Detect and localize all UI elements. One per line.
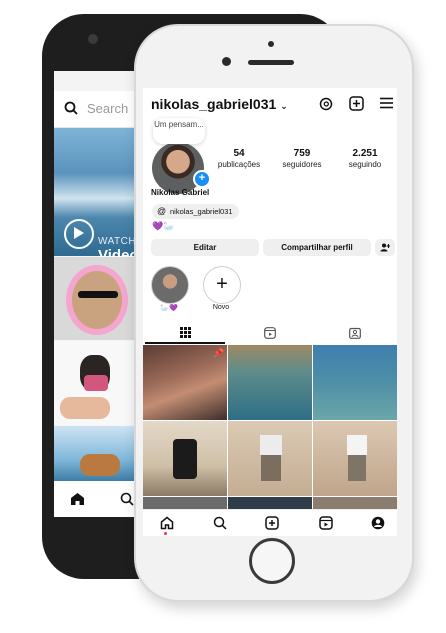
- menu-icon[interactable]: [380, 97, 393, 109]
- post-thumbnail-7[interactable]: [143, 497, 227, 509]
- create-icon[interactable]: [265, 516, 279, 530]
- story-highlight-label: 🦢💜: [160, 305, 178, 312]
- bio-emojis: 💜🦢: [152, 221, 175, 231]
- home-button[interactable]: [249, 538, 295, 584]
- chevron-down-icon: ⌄: [280, 101, 288, 111]
- profile-tabs: [143, 322, 397, 344]
- play-icon[interactable]: [64, 219, 94, 249]
- post-thumbnail-1[interactable]: 📌: [143, 345, 227, 420]
- home-icon[interactable]: [70, 492, 85, 506]
- posts-count: 54: [233, 148, 245, 159]
- tab-reels[interactable]: [228, 322, 312, 344]
- add-person-icon: [380, 243, 390, 252]
- grid-icon: [179, 327, 191, 338]
- tagged-icon: [349, 327, 361, 339]
- profile-full-name: Nikolas Gabriel: [151, 188, 210, 197]
- post-thumbnail-6[interactable]: [313, 421, 397, 496]
- threads-profile-link[interactable]: @ nikolas_gabriel031: [152, 204, 239, 219]
- profile-icon[interactable]: [371, 516, 385, 530]
- threads-icon[interactable]: [319, 97, 333, 111]
- share-profile-button[interactable]: Compartilhar perfil: [263, 239, 371, 256]
- post-thumbnail-5[interactable]: [228, 421, 312, 496]
- edit-profile-button[interactable]: Editar: [151, 239, 259, 256]
- add-story-plus-icon[interactable]: +: [193, 170, 211, 188]
- add-post-icon[interactable]: [349, 96, 364, 111]
- reels-icon: [264, 327, 276, 339]
- post-thumbnail-9[interactable]: [313, 497, 397, 509]
- back-camera-lens: [88, 34, 98, 44]
- username-label: nikolas_gabriel031: [151, 96, 277, 112]
- pin-icon: 📌: [213, 348, 225, 358]
- following-label[interactable]: seguindo: [335, 160, 395, 169]
- watch-label: WATCH: [98, 236, 137, 247]
- earpiece-speaker: [248, 60, 294, 65]
- posts-label: publicações: [217, 160, 261, 169]
- active-tab-indicator: [145, 342, 225, 344]
- front-sensor: [268, 41, 274, 47]
- post-thumbnail-3[interactable]: [313, 345, 397, 420]
- reels-icon[interactable]: [319, 516, 333, 530]
- post-thumbnail-2[interactable]: [228, 345, 312, 420]
- tab-posts-grid[interactable]: [143, 322, 227, 344]
- threads-handle: nikolas_gabriel031: [170, 207, 233, 216]
- new-highlight-button[interactable]: +: [203, 266, 241, 304]
- discover-people-button[interactable]: [375, 239, 395, 256]
- post-thumbnail-8[interactable]: [228, 497, 312, 509]
- search-icon: [64, 101, 78, 115]
- post-thumbnail-4[interactable]: [143, 421, 227, 496]
- profile-screen: nikolas_gabriel031 ⌄ Um pensam... + 54 p…: [143, 88, 397, 536]
- note-bubble[interactable]: Um pensam...: [153, 118, 205, 144]
- profile-username-switcher[interactable]: nikolas_gabriel031 ⌄: [151, 96, 288, 112]
- search-placeholder: Search: [87, 101, 129, 116]
- story-highlight[interactable]: [151, 266, 189, 304]
- followers-label[interactable]: seguidores: [272, 160, 332, 169]
- new-highlight-label: Novo: [212, 304, 230, 311]
- home-icon[interactable]: [160, 516, 174, 530]
- tab-tagged[interactable]: [313, 322, 397, 344]
- front-camera: [222, 57, 231, 66]
- threads-icon: @: [157, 206, 167, 216]
- following-count[interactable]: 2.251: [335, 148, 395, 159]
- notification-dot: [164, 532, 167, 535]
- search-icon[interactable]: [120, 492, 134, 506]
- followers-count[interactable]: 759: [272, 148, 332, 159]
- bottom-nav: [143, 509, 397, 536]
- search-icon[interactable]: [213, 516, 227, 530]
